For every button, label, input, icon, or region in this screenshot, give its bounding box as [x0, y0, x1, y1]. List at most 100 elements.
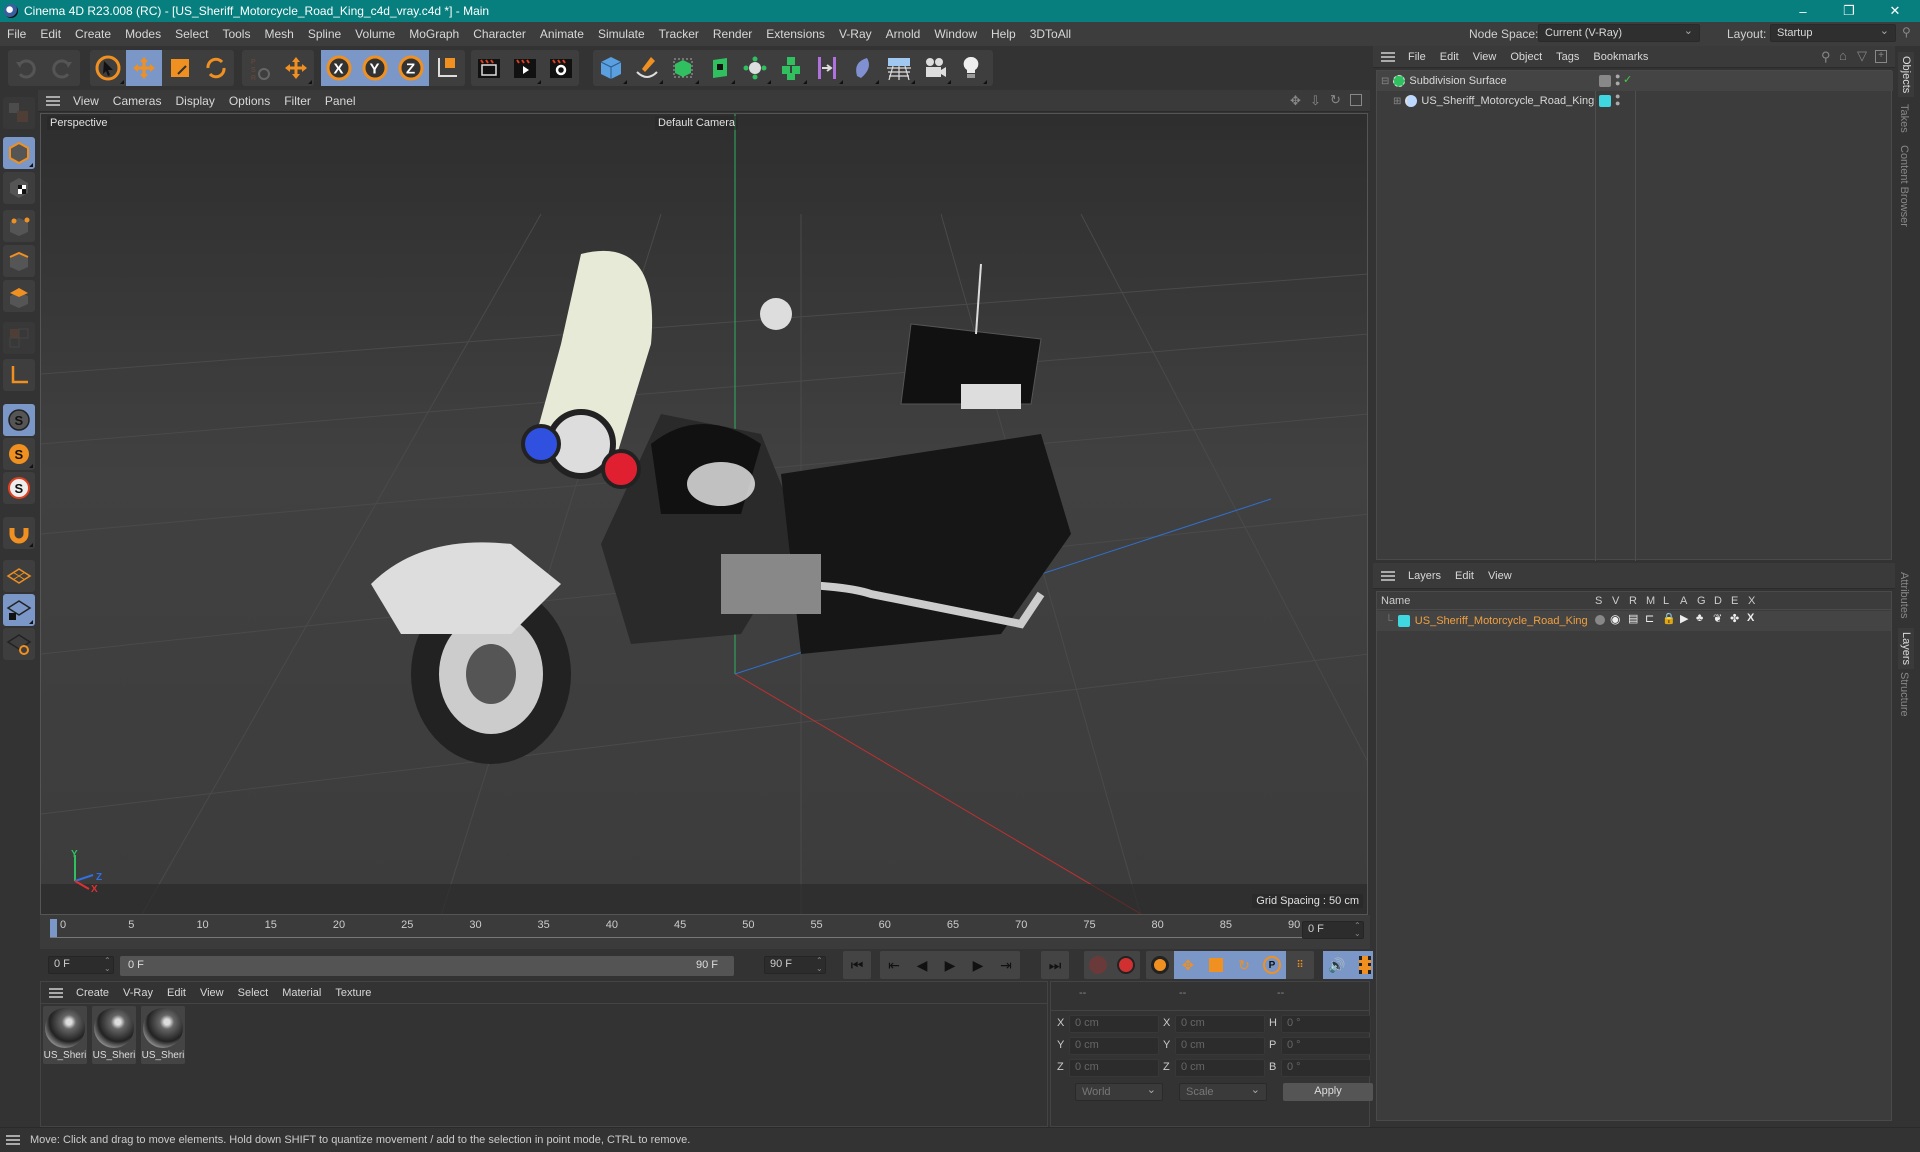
- animation-play-icon[interactable]: ▶: [1680, 612, 1688, 625]
- menu-modes[interactable]: Modes: [118, 27, 168, 41]
- rot-p-field[interactable]: 0 °: [1281, 1037, 1371, 1055]
- col-deformers[interactable]: D: [1714, 595, 1722, 607]
- col-animation[interactable]: A: [1680, 595, 1687, 607]
- polygon-mode-icon[interactable]: [3, 280, 35, 312]
- model-mode-icon[interactable]: [3, 137, 35, 169]
- axis-icon[interactable]: [3, 359, 35, 391]
- next-frame-icon[interactable]: ▶: [964, 951, 992, 979]
- layer-color-swatch[interactable]: [1397, 615, 1410, 627]
- point-mode-icon[interactable]: [3, 210, 35, 242]
- col-locked[interactable]: L: [1663, 595, 1669, 607]
- col-xref[interactable]: X: [1748, 595, 1755, 607]
- tab-attributes[interactable]: Attributes: [1898, 572, 1910, 618]
- subdivision-icon[interactable]: [665, 50, 701, 86]
- light-icon[interactable]: [953, 50, 989, 86]
- tab-layers[interactable]: Layers: [1898, 628, 1914, 670]
- node-space-dropdown[interactable]: Current (V-Ray): [1538, 24, 1700, 42]
- object-menu-bookmarks[interactable]: Bookmarks: [1586, 51, 1655, 63]
- preview-range-slider[interactable]: 0 F 90 F: [120, 956, 734, 976]
- play-icon[interactable]: ▶: [936, 951, 964, 979]
- menu-tools[interactable]: Tools: [215, 27, 257, 41]
- viewport-menu-options[interactable]: Options: [222, 94, 277, 108]
- start-frame-field[interactable]: 0 F: [48, 956, 114, 974]
- solo-icon[interactable]: S: [3, 404, 35, 436]
- menu-render[interactable]: Render: [706, 27, 759, 41]
- material-menu-select[interactable]: Select: [231, 987, 276, 999]
- prev-key-icon[interactable]: ⇤: [880, 951, 908, 979]
- menu-file[interactable]: File: [0, 27, 33, 41]
- object-hamburger-icon[interactable]: [1381, 51, 1395, 62]
- next-key-icon[interactable]: ⇥: [992, 951, 1020, 979]
- render-clapper-icon[interactable]: ▤: [1628, 612, 1638, 625]
- col-name[interactable]: Name: [1381, 595, 1410, 607]
- menu-volume[interactable]: Volume: [348, 27, 402, 41]
- timeline-ruler[interactable]: 0 5 10 15 20 25 30 35 40 45 50 55 60 65 70 75 80 85 90 0 F: [40, 915, 1370, 949]
- rot-h-field[interactable]: 0 °: [1281, 1015, 1371, 1033]
- edge-mode-icon[interactable]: [3, 245, 35, 277]
- tab-content-browser[interactable]: Content Browser: [1898, 145, 1910, 227]
- expand-icon[interactable]: ⊞: [1393, 96, 1401, 107]
- menu-3dtoall[interactable]: 3DToAll: [1023, 27, 1078, 41]
- 3d-viewport[interactable]: Perspective Default Camera Grid Spacing …: [40, 113, 1368, 915]
- viewport-menu-filter[interactable]: Filter: [277, 94, 318, 108]
- layer-menu-view[interactable]: View: [1481, 570, 1519, 582]
- coordinate-space-dropdown[interactable]: World: [1075, 1083, 1163, 1101]
- visibility-dots[interactable]: ● ●: [1615, 92, 1620, 108]
- locked-workplane-icon[interactable]: [3, 594, 35, 626]
- enabled-check-icon[interactable]: ✓: [1623, 73, 1632, 86]
- close-button[interactable]: ✕: [1872, 0, 1918, 22]
- timeline-playhead[interactable]: [50, 919, 57, 937]
- scale-icon[interactable]: [162, 50, 198, 86]
- current-frame-field[interactable]: 0 F: [1302, 921, 1364, 939]
- size-x-field[interactable]: 0 cm: [1175, 1015, 1265, 1033]
- menu-character[interactable]: Character: [466, 27, 533, 41]
- object-filter-icon[interactable]: ▽: [1857, 48, 1867, 64]
- object-menu-edit[interactable]: Edit: [1433, 51, 1466, 63]
- size-y-field[interactable]: 0 cm: [1175, 1037, 1265, 1055]
- texture-mode-icon[interactable]: [3, 172, 35, 204]
- prev-frame-icon[interactable]: ◀: [908, 951, 936, 979]
- camera-icon[interactable]: [917, 50, 953, 86]
- coordinate-mode-dropdown[interactable]: Scale: [1179, 1083, 1267, 1101]
- workplane-align-icon[interactable]: [3, 628, 35, 660]
- move-axis-icon[interactable]: [278, 50, 314, 86]
- object-menu-file[interactable]: File: [1401, 51, 1433, 63]
- manager-hierarchy-icon[interactable]: ⊏: [1645, 612, 1654, 625]
- key-rotation-icon[interactable]: ↻: [1230, 951, 1258, 979]
- tab-takes[interactable]: Takes: [1898, 104, 1910, 133]
- goto-start-button[interactable]: ⏮: [843, 951, 871, 979]
- key-pla-icon[interactable]: ⠿: [1286, 951, 1314, 979]
- material-swatch[interactable]: US_Sheri: [43, 1006, 87, 1064]
- viewport-hamburger-icon[interactable]: [46, 95, 60, 106]
- col-manager[interactable]: M: [1646, 595, 1655, 607]
- pos-z-field[interactable]: 0 cm: [1069, 1059, 1159, 1077]
- layer-color-swatch[interactable]: [1599, 95, 1611, 107]
- material-menu-texture[interactable]: Texture: [328, 987, 378, 999]
- editor-visibility-icon[interactable]: [1599, 75, 1611, 87]
- cloner-icon[interactable]: [737, 50, 773, 86]
- tab-structure[interactable]: Structure: [1898, 672, 1910, 717]
- apply-button[interactable]: Apply: [1283, 1083, 1373, 1101]
- render-to-picture-viewer-icon[interactable]: [507, 50, 543, 86]
- render-visibility-dots[interactable]: ● ●: [1615, 72, 1620, 88]
- menu-animate[interactable]: Animate: [533, 27, 591, 41]
- viewport-maximize-icon[interactable]: [1350, 94, 1362, 106]
- symmetry-icon[interactable]: [809, 50, 845, 86]
- expression-python-icon[interactable]: ✤: [1730, 612, 1739, 625]
- live-selection-icon[interactable]: [90, 50, 126, 86]
- menu-extensions[interactable]: Extensions: [759, 27, 832, 41]
- viewport-menu-view[interactable]: View: [66, 94, 106, 108]
- y-axis-lock-icon[interactable]: Y: [357, 50, 393, 86]
- undo-icon[interactable]: [8, 50, 44, 86]
- cube-icon[interactable]: [593, 50, 629, 86]
- maximize-button[interactable]: ❐: [1826, 0, 1872, 22]
- floor-icon[interactable]: [881, 50, 917, 86]
- object-menu-view[interactable]: View: [1466, 51, 1504, 63]
- viewport-pan-icon[interactable]: ✥: [1290, 93, 1301, 109]
- xref-icon[interactable]: X: [1747, 612, 1754, 624]
- material-hamburger-icon[interactable]: [49, 987, 63, 998]
- viewport-menu-display[interactable]: Display: [168, 94, 221, 108]
- record-keys-icon[interactable]: [1084, 951, 1112, 979]
- generator-icon[interactable]: ♣: [1696, 612, 1703, 624]
- object-new-window-icon[interactable]: +: [1875, 50, 1887, 63]
